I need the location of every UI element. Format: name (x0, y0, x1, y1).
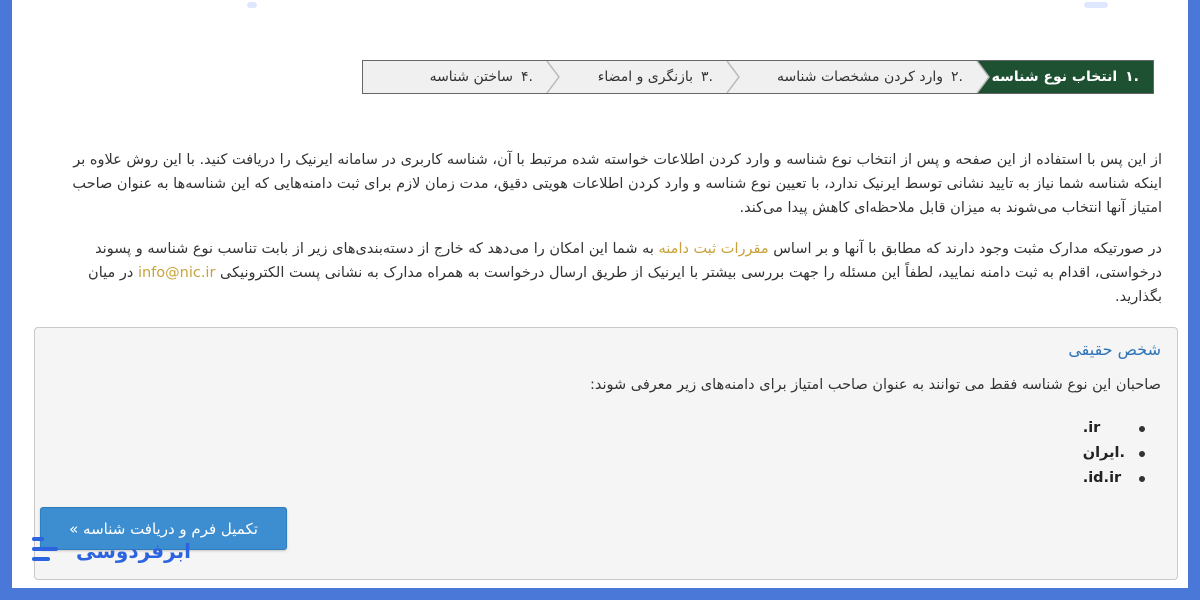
wizard-step-1[interactable]: .۱ انتخاب نوع شناسه (977, 61, 1153, 93)
domain-list: .ir .ایران .id.ir (1083, 416, 1147, 491)
email-link[interactable]: info@nic.ir (138, 265, 215, 281)
domain-rules-link[interactable]: مقررات ثبت دامنه (659, 241, 769, 257)
list-item: .ایران (1083, 441, 1147, 466)
wizard-steps: .۱ انتخاب نوع شناسه .۲ وارد کردن مشخصات … (362, 60, 1154, 94)
step-number: .۴ (521, 69, 533, 85)
step-label: ساختن شناسه (429, 69, 514, 85)
list-item: .ir (1083, 416, 1147, 441)
paragraph-text: در صورتیکه مدارک مثبت وجود دارند که مطاب… (768, 241, 1162, 257)
top-partial-content (12, 0, 1188, 14)
wizard-step-2[interactable]: .۲ وارد کردن مشخصات شناسه (739, 61, 990, 93)
intro-paragraph-1: از این پس با استفاده از این صفحه و پس از… (72, 152, 1162, 216)
brand-logo: ابرفردوسی (32, 535, 192, 575)
page-frame: .۱ انتخاب نوع شناسه .۲ وارد کردن مشخصات … (12, 0, 1188, 588)
logo-text: ابرفردوسی (76, 539, 191, 563)
step-number: .۳ (701, 69, 713, 85)
list-item: .id.ir (1083, 466, 1147, 491)
step-label: انتخاب نوع شناسه (991, 69, 1118, 85)
intro-paragraph-2: در صورتیکه مدارک مثبت وجود دارند که مطاب… (72, 237, 1162, 309)
wizard-step-4[interactable]: .۴ ساختن شناسه (419, 61, 560, 93)
logo-icon (32, 537, 58, 567)
wizard-step-3[interactable]: .۳ بازنگری و امضاء (559, 61, 740, 93)
step-label: بازنگری و امضاء (597, 69, 694, 85)
step-number: .۱ (1125, 69, 1139, 85)
step-label: وارد کردن مشخصات شناسه (777, 69, 944, 85)
panel-title: شخص حقیقی (1068, 340, 1161, 359)
step-number: .۲ (951, 69, 963, 85)
panel-description: صاحبان این نوع شناسه فقط می توانند به عن… (589, 377, 1161, 393)
